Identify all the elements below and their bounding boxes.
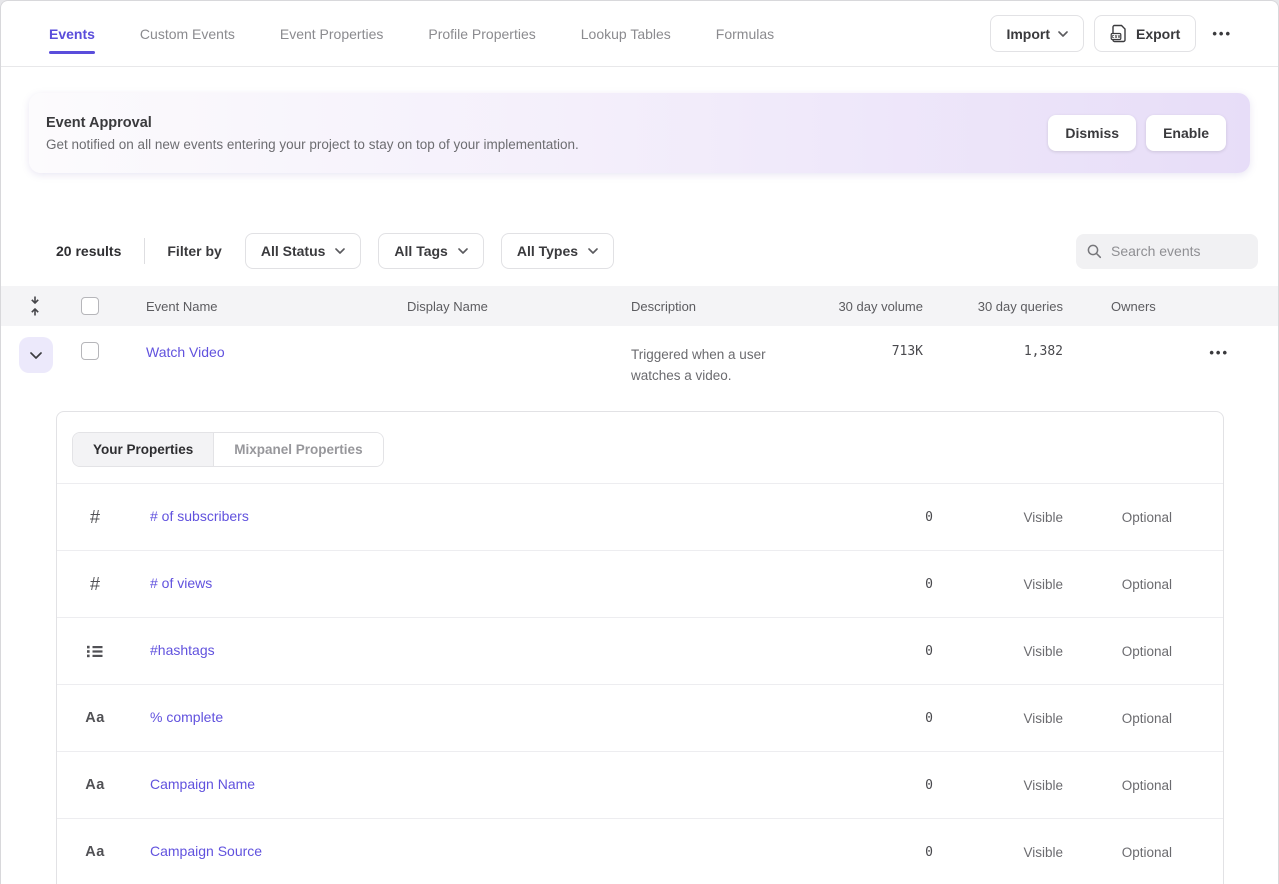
export-button[interactable]: csv Export [1094,15,1196,52]
lexicon-events-page: Events Custom Events Event Properties Pr… [0,0,1279,884]
tab-event-properties[interactable]: Event Properties [280,1,384,66]
table-header: Event Name Display Name Description 30 d… [1,286,1278,326]
property-visibility: Visible [933,845,1063,860]
property-queries: 0 [829,510,933,525]
text-type-icon: Aa [57,777,133,793]
property-row: #hashtags 0 Visible Optional [57,617,1223,684]
volume-value: 713K [803,326,923,411]
row-checkbox[interactable] [81,342,99,360]
property-status: Optional [1063,711,1223,726]
property-visibility: Visible [933,577,1063,592]
property-row: Aa % complete 0 Visible Optional [57,684,1223,751]
column-display-name: Display Name [389,299,613,314]
property-visibility: Visible [933,711,1063,726]
chevron-down-icon [1058,31,1068,37]
select-all-checkbox[interactable] [81,297,99,315]
property-name-link[interactable]: # of subscribers [150,508,249,524]
property-status: Optional [1063,644,1223,659]
property-visibility: Visible [933,778,1063,793]
search-box[interactable] [1076,234,1258,269]
tab-profile-properties[interactable]: Profile Properties [428,1,535,66]
nav-actions: Import csv Export ••• [990,15,1278,52]
collapse-all-icon[interactable] [1,295,69,317]
tags-filter-dropdown[interactable]: All Tags [378,233,483,269]
chevron-down-icon [458,248,468,254]
properties-tabs-area: Your Properties Mixpanel Properties [57,412,1223,483]
property-visibility: Visible [933,510,1063,525]
numeric-type-icon: # [57,507,133,528]
filter-by-label: Filter by [167,243,221,259]
active-tab-underline [49,51,95,54]
column-volume: 30 day volume [803,299,923,314]
property-name-link[interactable]: Campaign Source [150,843,262,859]
column-queries: 30 day queries [923,299,1063,314]
property-queries: 0 [829,711,933,726]
banner-text: Event Approval Get notified on all new e… [46,115,579,152]
status-filter-dropdown[interactable]: All Status [245,233,362,269]
property-visibility: Visible [933,644,1063,659]
search-icon [1086,243,1103,260]
tab-custom-events[interactable]: Custom Events [140,1,235,66]
row-more-options-icon[interactable]: ••• [1203,345,1235,360]
owners-value [1063,326,1183,411]
property-status: Optional [1063,778,1223,793]
import-button[interactable]: Import [990,15,1084,52]
enable-button[interactable]: Enable [1146,115,1226,151]
results-count: 20 results [56,243,121,259]
chevron-down-icon [588,248,598,254]
property-queries: 0 [829,778,933,793]
dismiss-button[interactable]: Dismiss [1048,115,1136,151]
property-name-link[interactable]: % complete [150,709,223,725]
event-approval-banner: Event Approval Get notified on all new e… [29,93,1250,173]
property-name-link[interactable]: #hashtags [150,642,215,658]
property-queries: 0 [829,845,933,860]
display-name-value [389,326,613,411]
filter-toolbar: 20 results Filter by All Status All Tags… [56,233,1258,269]
banner-description: Get notified on all new events entering … [46,137,579,152]
numeric-type-icon: # [57,574,133,595]
tab-formulas[interactable]: Formulas [716,1,774,66]
nav-tabs: Events Custom Events Event Properties Pr… [1,1,774,66]
divider [144,238,145,264]
search-input[interactable] [1111,243,1248,259]
tab-your-properties[interactable]: Your Properties [73,433,214,466]
tab-lookup-tables[interactable]: Lookup Tables [581,1,671,66]
chevron-down-icon [30,352,42,359]
svg-text:csv: csv [1111,34,1120,40]
types-filter-dropdown[interactable]: All Types [501,233,614,269]
text-type-icon: Aa [57,710,133,726]
event-properties-panel: Your Properties Mixpanel Properties # # … [56,411,1224,884]
more-options-icon[interactable]: ••• [1206,26,1238,41]
tab-mixpanel-properties[interactable]: Mixpanel Properties [214,433,382,466]
tab-events[interactable]: Events [49,1,95,66]
property-row: # # of views 0 Visible Optional [57,550,1223,617]
property-row: Aa Campaign Source 0 Visible Optional [57,818,1223,884]
event-description: Triggered when a user watches a video. [631,344,791,386]
property-row: Aa Campaign Name 0 Visible Optional [57,751,1223,818]
column-event-name: Event Name [129,299,389,314]
text-type-icon: Aa [57,844,133,860]
collapse-row-button[interactable] [19,337,53,373]
properties-tab-switcher: Your Properties Mixpanel Properties [72,432,384,467]
property-status: Optional [1063,845,1223,860]
column-description: Description [613,299,803,314]
top-nav: Events Custom Events Event Properties Pr… [1,1,1278,67]
property-status: Optional [1063,577,1223,592]
banner-title: Event Approval [46,115,579,131]
column-owners: Owners [1063,299,1183,314]
property-name-link[interactable]: # of views [150,575,212,591]
property-queries: 0 [829,644,933,659]
banner-actions: Dismiss Enable [1048,115,1226,151]
tab-events-label: Events [49,26,95,42]
property-row: # # of subscribers 0 Visible Optional [57,483,1223,550]
property-name-link[interactable]: Campaign Name [150,776,255,792]
event-table-row: Watch Video Triggered when a user watche… [1,326,1278,411]
csv-file-icon: csv [1110,24,1128,43]
property-status: Optional [1063,510,1223,525]
chevron-down-icon [335,248,345,254]
list-type-icon [57,645,133,658]
property-queries: 0 [829,577,933,592]
queries-value: 1,382 [923,326,1063,411]
event-name-link[interactable]: Watch Video [146,344,225,360]
